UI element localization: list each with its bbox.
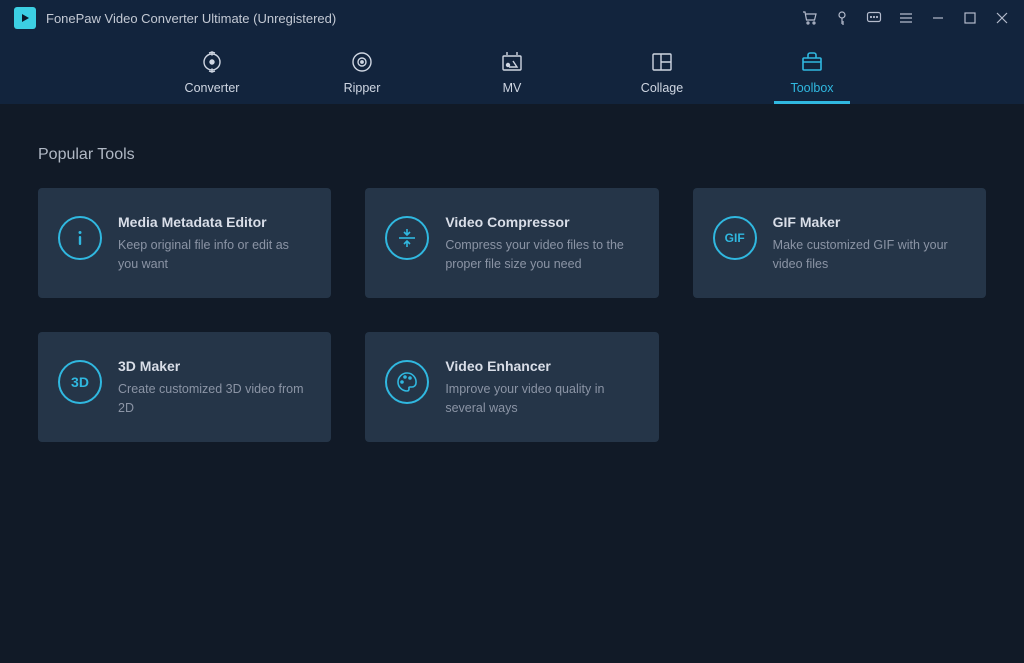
titlebar-left: FonePaw Video Converter Ultimate (Unregi… (14, 7, 336, 29)
tab-toolbox[interactable]: Toolbox (774, 51, 850, 104)
tool-3d-maker[interactable]: 3D 3D Maker Create customized 3D video f… (38, 332, 331, 442)
cart-icon[interactable] (802, 10, 818, 26)
tab-label: Ripper (344, 81, 381, 95)
tool-media-metadata-editor[interactable]: Media Metadata Editor Keep original file… (38, 188, 331, 298)
tool-desc: Keep original file info or edit as you w… (118, 236, 311, 274)
tab-mv[interactable]: MV (474, 51, 550, 104)
tool-video-compressor[interactable]: Video Compressor Compress your video fil… (365, 188, 658, 298)
tool-text: Video Compressor Compress your video fil… (445, 210, 638, 274)
minimize-icon[interactable] (930, 10, 946, 26)
tools-grid: Media Metadata Editor Keep original file… (38, 188, 986, 442)
tool-text: Media Metadata Editor Keep original file… (118, 210, 311, 274)
converter-icon (199, 51, 225, 73)
info-icon (58, 216, 102, 260)
tool-text: Video Enhancer Improve your video qualit… (445, 354, 638, 418)
tab-ripper[interactable]: Ripper (324, 51, 400, 104)
tool-gif-maker[interactable]: GIF GIF Maker Make customized GIF with y… (693, 188, 986, 298)
collage-icon (649, 51, 675, 73)
tool-title: 3D Maker (118, 358, 311, 374)
mv-icon (499, 51, 525, 73)
app-logo (14, 7, 36, 29)
tab-converter[interactable]: Converter (174, 51, 250, 104)
ripper-icon (349, 51, 375, 73)
tool-desc: Create customized 3D video from 2D (118, 380, 311, 418)
compress-icon (385, 216, 429, 260)
content-area: Popular Tools Media Metadata Editor Keep… (0, 104, 1024, 442)
tool-text: GIF Maker Make customized GIF with your … (773, 210, 966, 274)
tool-title: Video Compressor (445, 214, 638, 230)
tool-title: Media Metadata Editor (118, 214, 311, 230)
tab-label: MV (503, 81, 522, 95)
maximize-icon[interactable] (962, 10, 978, 26)
main-tabs: Converter Ripper MV Collage Toolbox (0, 36, 1024, 104)
tab-label: Toolbox (790, 81, 833, 95)
key-icon[interactable] (834, 10, 850, 26)
tool-video-enhancer[interactable]: Video Enhancer Improve your video qualit… (365, 332, 658, 442)
tool-title: GIF Maker (773, 214, 966, 230)
gif-icon: GIF (713, 216, 757, 260)
titlebar-actions (802, 10, 1010, 26)
tool-text: 3D Maker Create customized 3D video from… (118, 354, 311, 418)
threed-icon: 3D (58, 360, 102, 404)
section-title: Popular Tools (38, 146, 986, 164)
close-icon[interactable] (994, 10, 1010, 26)
tab-collage[interactable]: Collage (624, 51, 700, 104)
tool-desc: Compress your video files to the proper … (445, 236, 638, 274)
toolbox-icon (799, 51, 825, 73)
titlebar: FonePaw Video Converter Ultimate (Unregi… (0, 0, 1024, 36)
tool-desc: Make customized GIF with your video file… (773, 236, 966, 274)
palette-icon (385, 360, 429, 404)
app-title: FonePaw Video Converter Ultimate (Unregi… (46, 11, 336, 26)
feedback-icon[interactable] (866, 10, 882, 26)
tool-title: Video Enhancer (445, 358, 638, 374)
tool-desc: Improve your video quality in several wa… (445, 380, 638, 418)
tab-label: Collage (641, 81, 683, 95)
menu-icon[interactable] (898, 10, 914, 26)
tab-label: Converter (185, 81, 240, 95)
